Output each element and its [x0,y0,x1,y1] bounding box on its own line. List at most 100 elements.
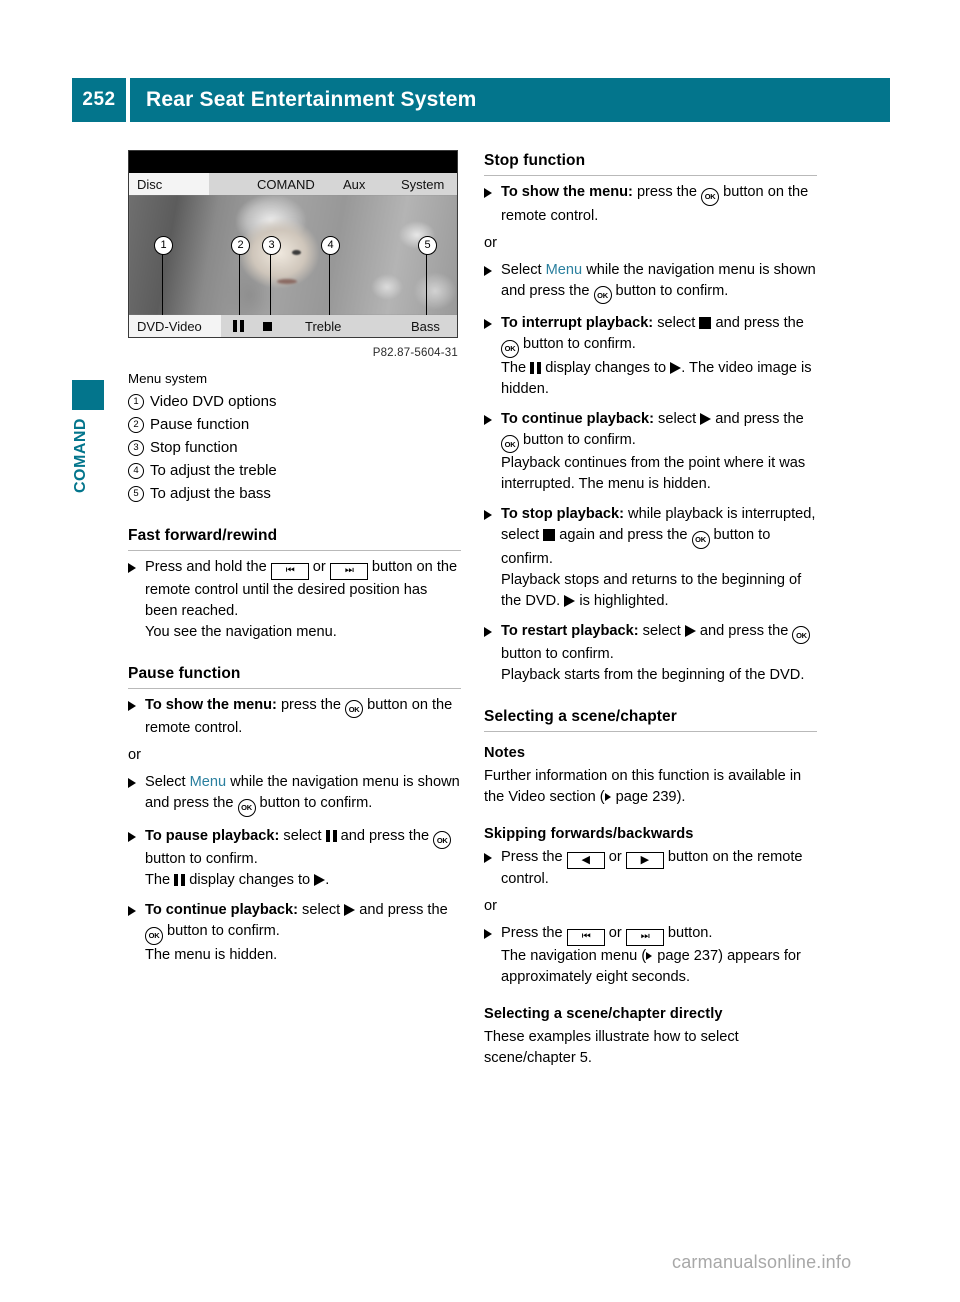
step-text: The menu is hidden. [145,946,278,963]
step-text: and press the [695,622,793,639]
step-text: Playback starts from the beginning of th… [501,667,805,683]
step-bullet-icon [128,831,136,842]
step-text: Press the [501,849,567,865]
legend-label: To adjust the treble [150,462,277,479]
rewind-key-icon: ⏮ [270,562,309,580]
step-text: Press the [501,925,567,941]
steps-pause-function-alt: Select Menu while the navigation menu is… [128,772,461,966]
right-column: Stop function To show the menu: press th… [484,150,817,1069]
screen-stop-icon[interactable] [263,315,272,337]
pause-glyph-icon [233,320,244,332]
step-text: and press the [711,410,804,427]
ok-button-icon: OK [691,530,710,549]
play-glyph-icon [700,412,712,425]
legend-label: Video DVD options [150,393,277,410]
screen-source-label[interactable]: DVD-Video [129,315,221,337]
step-text: and press the [355,902,448,918]
step-text: . [325,872,330,888]
legend-number: 2 [128,413,150,433]
section-side-tab: COMAND [72,380,104,493]
step-text: button to confirm. [145,851,258,867]
callout-1: 1 [154,236,173,255]
photo-detail [292,250,301,255]
step-item: To interrupt playback: select and press … [484,313,817,400]
steps-skipping: Press the ◀ or ▶ button on the remote co… [484,847,817,890]
step-item: To restart playback: select and press th… [484,621,817,687]
step-text: button to confirm. [519,431,636,448]
step-lead-bold: To interrupt playback: [501,315,654,331]
step-lead-bold: To continue playback: [145,902,298,918]
page-number: 252 [72,78,126,122]
heading-selecting-directly: Selecting a scene/chapter directly [484,1005,723,1022]
step-item: To continue playback: select and press t… [484,409,817,496]
rewind-key-icon: ⏮ [566,928,605,946]
stop-glyph-icon [263,321,272,331]
ok-button-icon: OK [237,798,256,817]
callout-leader [239,253,241,315]
screen-treble-label[interactable]: Treble [305,315,341,337]
step-bullet-icon [484,929,492,939]
step-text: select [638,622,685,639]
step-text: select [654,410,701,427]
step-lead-bold: To show the menu: [501,184,633,200]
page-ref[interactable]: page 237 [653,948,718,964]
play-glyph-icon [684,624,696,637]
notes-page-ref[interactable]: page 239 [612,789,677,805]
heading-stop-function: Stop function [484,150,817,176]
step-item: Press and hold the ⏮ or ⏭ button on the … [128,557,461,643]
screen-bottom-bar: DVD-Video Treble Bass [129,315,457,337]
screen-tab-disc[interactable]: Disc [129,173,209,195]
step-text: display changes to [541,359,671,376]
figure-legend: Menu system 1 Video DVD options 2 Pause … [128,368,461,505]
step-item: To pause playback: select and press the … [128,826,461,892]
step-item: Press the ◀ or ▶ button on the remote co… [484,847,817,890]
step-text: press the [276,696,346,713]
ok-button-icon: OK [593,286,612,304]
callout-4: 4 [321,236,340,255]
screen-bass-label[interactable]: Bass [411,315,440,337]
callout-5: 5 [418,236,437,255]
step-lead-bold: To restart playback: [501,622,639,639]
step-text: button to confirm. [611,282,729,299]
screen-top-black-bar [129,151,457,173]
screen-tab-system[interactable]: System [401,173,444,195]
step-bullet-icon [484,188,492,198]
ok-button-icon: OK [433,831,452,849]
side-tab-label: COMAND [72,418,89,493]
step-text: press the [632,184,702,200]
screen-tab-aux[interactable]: Aux [343,173,365,195]
step-lead-bold: To show the menu: [145,696,277,713]
step-text: is highlighted. [575,592,669,609]
step-text: Select [145,774,190,790]
callout-3: 3 [262,236,281,255]
step-text: again and press the [555,527,692,543]
step-bullet-icon [484,510,492,520]
or-connector: or [484,898,497,914]
step-text: Select [501,261,546,278]
screen-tab-comand[interactable]: COMAND [257,173,315,195]
step-bullet-icon [128,700,136,711]
step-text: and press the [711,315,804,331]
step-item: Press the ⏮ or ⏭ button. The navigation … [484,923,817,988]
step-text: You see the navigation menu. [145,623,337,640]
steps-stop-function-alt: Select Menu while the navigation menu is… [484,260,817,687]
step-text: button to confirm. [255,795,373,811]
notes-paragraph: Further information on this function is … [484,766,817,808]
menu-option-label[interactable]: Menu [546,262,583,278]
cross-reference-icon [646,951,653,960]
step-bullet-icon [128,778,136,788]
step-item: Select Menu while the navigation menu is… [484,260,817,304]
step-bullet-icon [128,906,136,916]
step-text: button to confirm. [163,923,280,939]
step-text: button to confirm. [501,646,614,662]
screen-pause-icon[interactable] [233,315,244,337]
step-item: To continue playback: select and press t… [128,900,461,966]
step-bullet-icon [484,319,492,329]
legend-item: 1 Video DVD options [128,390,461,413]
legend-label: To adjust the bass [150,485,271,502]
figure-caption: P82.87-5604-31 [372,347,458,359]
notes-text: ). [676,789,686,805]
menu-option-label[interactable]: Menu [190,774,227,790]
play-glyph-icon [670,361,682,374]
or-connector: or [484,234,497,251]
